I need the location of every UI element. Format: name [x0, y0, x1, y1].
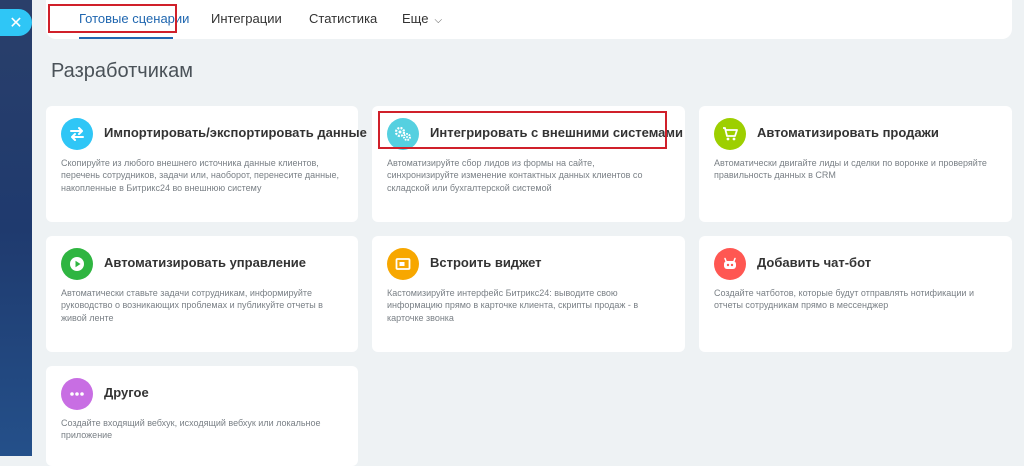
close-icon: ✕ [9, 14, 23, 32]
tab-bar: Готовые сценарии Интеграции Статистика Е… [46, 0, 1012, 39]
play-icon [61, 248, 93, 280]
card-other[interactable]: Другое Создайте входящий вебхук, исходящ… [46, 366, 358, 466]
tab-more[interactable]: Еще ⌵ [402, 11, 442, 26]
card-title: Автоматизировать управление [104, 255, 307, 270]
card-description: Кастомизируйте интерфейс Битрикс24: выво… [387, 288, 639, 323]
widget-icon [387, 248, 419, 280]
card-description: Автоматически двигайте лиды и сделки по … [714, 158, 987, 181]
card-title: Добавить чат-бот [757, 255, 872, 270]
tab-ready-scenarios[interactable]: Готовые сценарии [79, 11, 189, 26]
tab-statistics[interactable]: Статистика [309, 11, 377, 26]
arrows-exchange-icon [61, 118, 93, 150]
gears-icon [387, 118, 419, 150]
card-title: Интегрировать с внешними системами [430, 125, 684, 140]
close-button[interactable]: ✕ [0, 9, 32, 36]
card-embed-widget[interactable]: Встроить виджет Кастомизируйте интерфейс… [372, 236, 685, 352]
card-description: Создайте входящий вебхук, исходящий вебх… [61, 418, 321, 441]
tab-more-label: Еще [402, 11, 429, 26]
main-area: Готовые сценарии Интеграции Статистика Е… [32, 0, 1024, 466]
card-title: Другое [104, 385, 149, 400]
card-title: Автоматизировать продажи [757, 125, 939, 140]
card-description: Скопируйте из любого внешнего источника … [61, 158, 340, 193]
left-sidebar-strip [0, 0, 32, 456]
cart-icon [714, 118, 746, 150]
tab-integrations[interactable]: Интеграции [211, 11, 282, 26]
card-import-export[interactable]: Импортировать/экспортировать данные Скоп… [46, 106, 367, 222]
card-title: Импортировать/экспортировать данные [104, 125, 367, 140]
card-title: Встроить виджет [430, 255, 542, 270]
card-automate-management[interactable]: Автоматизировать управление Автоматическ… [46, 236, 358, 352]
card-description: Создайте чатботов, которые будут отправл… [714, 288, 974, 311]
card-description: Автоматически ставьте задачи сотрудникам… [61, 288, 323, 323]
robot-icon [714, 248, 746, 280]
card-automate-sales[interactable]: Автоматизировать продажи Автоматически д… [699, 106, 1012, 222]
page-title: Разработчикам [51, 60, 193, 82]
card-description: Автоматизируйте сбор лидов из формы на с… [387, 158, 643, 193]
card-add-chatbot[interactable]: Добавить чат-бот Создайте чатботов, кото… [699, 236, 1012, 352]
active-tab-underline [79, 37, 173, 39]
dots-icon [61, 378, 93, 410]
chevron-down-icon: ⌵ [434, 15, 443, 26]
card-integrate-external[interactable]: Интегрировать с внешними системами Автом… [372, 106, 685, 222]
